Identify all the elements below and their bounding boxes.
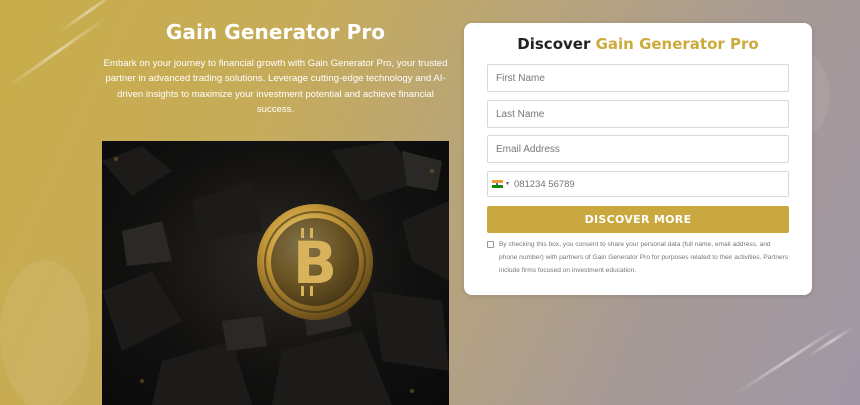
signup-title-prefix: Discover xyxy=(517,35,591,53)
phone-field: ▼ xyxy=(487,171,789,197)
bitcoin-image: B xyxy=(102,141,449,405)
hero-section: Gain Generator Pro Embark on your journe… xyxy=(102,20,449,118)
signup-title-brand: Gain Generator Pro xyxy=(595,35,759,53)
consent-row: By checking this box, you consent to sha… xyxy=(487,239,789,277)
last-name-field[interactable] xyxy=(487,100,789,128)
email-field[interactable] xyxy=(487,135,789,163)
phone-input[interactable] xyxy=(513,178,788,190)
consent-text: By checking this box, you consent to sha… xyxy=(499,241,789,274)
svg-text:B: B xyxy=(293,229,337,297)
discover-more-button[interactable]: DISCOVER MORE xyxy=(487,206,789,233)
consent-checkbox[interactable] xyxy=(487,241,494,248)
background-decoration xyxy=(0,260,90,405)
hero-description: Embark on your journey to financial grow… xyxy=(103,58,448,116)
background-streak xyxy=(7,16,108,88)
first-name-field[interactable] xyxy=(487,64,789,92)
background-streak xyxy=(735,324,842,395)
hero-title: Gain Generator Pro xyxy=(165,20,386,44)
signup-title: Discover Gain Generator Pro xyxy=(464,35,812,53)
india-flag-icon[interactable] xyxy=(492,180,503,189)
signup-card: Discover Gain Generator Pro ▼ DISCOVER M… xyxy=(464,23,812,295)
landing-page: { "hero": { "title": "Gain Generator Pro… xyxy=(0,0,860,405)
chevron-down-icon[interactable]: ▼ xyxy=(505,181,510,187)
